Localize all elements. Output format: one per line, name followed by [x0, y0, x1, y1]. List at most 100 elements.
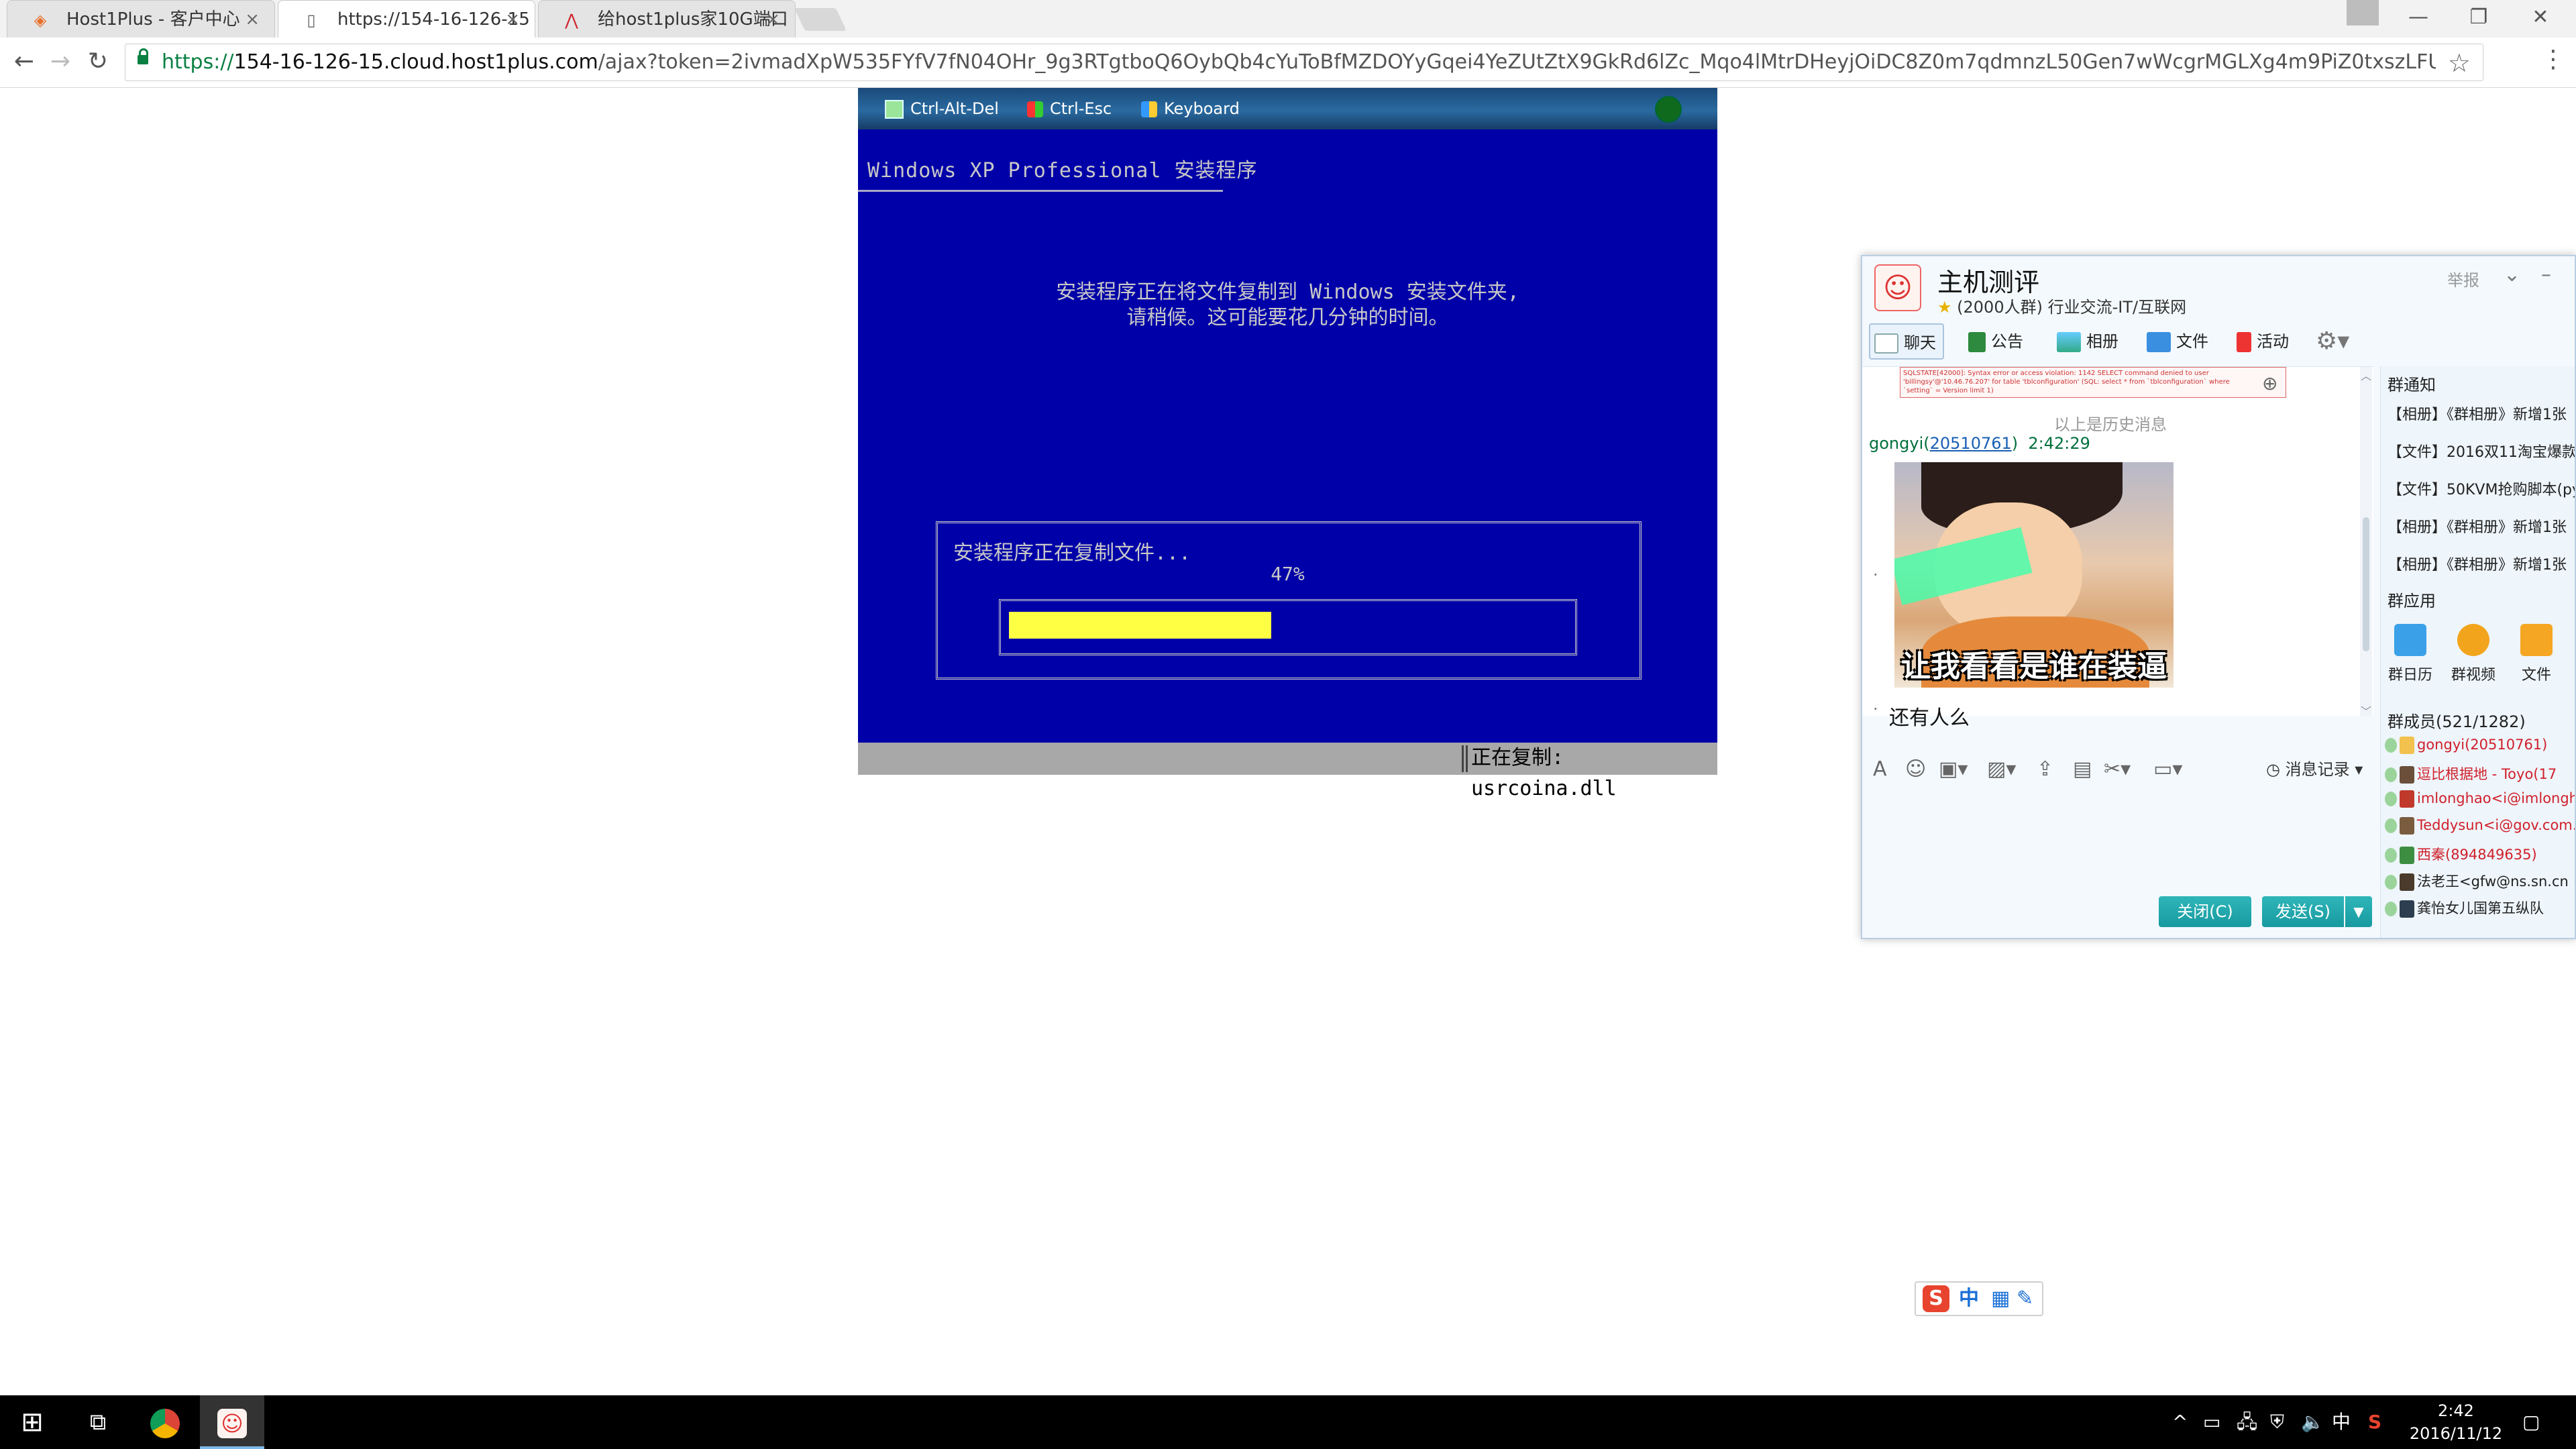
member-row[interactable]: 逗比根据地 - Toyo(17 [2385, 763, 2557, 784]
keyboard-button[interactable]: Keyboard [1141, 88, 1240, 129]
forward-arrow-icon[interactable]: → [46, 47, 75, 76]
notice-item[interactable]: 【相册】《群相册》新增1张 [2387, 515, 2567, 537]
sogou-tray-icon[interactable]: S [2368, 1395, 2381, 1449]
sender-id[interactable]: 20510761 [1930, 434, 2012, 453]
history-divider[interactable]: 以上是历史消息 [1862, 411, 2359, 435]
chat-history[interactable]: SQLSTATE[42000]: Syntax error or access … [1862, 366, 2373, 730]
member-row[interactable]: gongyi(20510761) [2385, 737, 2547, 754]
tab-title: 给host1plus家10G端口 [598, 9, 788, 30]
app-files[interactable]: 文件 [2510, 624, 2563, 684]
minimize-button[interactable]: — [2395, 0, 2442, 35]
chevron-down-icon[interactable]: ⌄ [2504, 263, 2520, 286]
report-link[interactable]: 举报 [2447, 267, 2479, 290]
qq-taskbar-icon[interactable]: ☺ [200, 1395, 264, 1449]
tab-activity[interactable]: 活动 [2237, 323, 2289, 360]
chat-scrollbar[interactable]: ︿ ﹀ [2360, 367, 2372, 718]
sender-name: gongyi( [1869, 434, 1930, 453]
back-arrow-icon[interactable]: ← [9, 47, 39, 76]
tab-label: 相册 [2086, 332, 2118, 351]
close-tab-icon[interactable]: × [765, 1, 780, 38]
new-tab-button[interactable] [794, 8, 847, 31]
meme-image[interactable]: 让我看看是谁在装逼 [1894, 462, 2174, 688]
system-clock[interactable]: 2:42 2016/11/12 [2400, 1399, 2512, 1445]
scroll-up-icon[interactable]: ︿ [2360, 367, 2372, 383]
image-icon[interactable]: ▨▾ [1987, 753, 2016, 786]
emoji-icon[interactable]: ☺ [1905, 753, 1926, 786]
tray-overflow-icon[interactable]: ^ [2172, 1395, 2188, 1449]
notice-item[interactable]: 【相册】《群相册》新增1张 [2387, 553, 2567, 574]
tab-label: 公告 [1991, 332, 2023, 351]
more-icon[interactable]: ▭▾ [2153, 753, 2182, 786]
settings-gear-icon[interactable]: ⚙▾ [2316, 323, 2349, 360]
notice-item[interactable]: 【文件】50KVM抢购脚本(py [2387, 478, 2575, 499]
app-label: 群视频 [2451, 667, 2496, 684]
chrome-menu-icon[interactable]: ⋮ [2541, 46, 2565, 73]
app-calendar[interactable]: 群日历 [2383, 624, 2437, 684]
scroll-thumb[interactable] [2363, 517, 2369, 651]
tab-console[interactable]: ▯ https://154-16-126-15 × [278, 0, 535, 38]
member-avatar [2400, 737, 2414, 754]
qq-group-window[interactable]: ☺ 主机测评 ★ (2000人群) 行业交流-IT/互联网 举报 ⌄ – 聊天 … [1861, 255, 2576, 939]
close-tab-icon[interactable]: × [245, 1, 260, 38]
sogou-logo-icon[interactable]: S [1923, 1285, 1949, 1312]
scissors-icon[interactable]: ✂▾ [2104, 753, 2131, 786]
group-avatar[interactable]: ☺ [1874, 264, 1921, 311]
tab-chat[interactable]: 聊天 [1869, 323, 1944, 360]
ime-indicator[interactable]: 中 [2332, 1395, 2351, 1449]
ime-mode-toggle[interactable]: 中 [1959, 1285, 1979, 1312]
status-divider [1462, 745, 1464, 772]
bookmark-star-icon[interactable]: ☆ [2448, 48, 2471, 78]
screenshot-icon[interactable]: ▣▾ [1939, 753, 1968, 786]
message-history-button[interactable]: ◷ 消息记录 ▾ [2266, 753, 2363, 786]
error-screenshot[interactable]: SQLSTATE[42000]: Syntax error or access … [1900, 367, 2286, 398]
notification-center-icon[interactable]: ▢ [2522, 1395, 2540, 1449]
close-button[interactable]: 关闭(C) [2159, 896, 2251, 927]
address-bar[interactable]: https://154-16-126-15.cloud.host1plus.co… [125, 44, 2483, 81]
notice-item[interactable]: 【相册】《群相册》新增1张 [2387, 402, 2567, 424]
device-icon[interactable]: ▭ [2203, 1395, 2220, 1449]
windows-start-icon[interactable]: ⊞ [0, 1395, 64, 1449]
close-window-button[interactable]: ✕ [2517, 0, 2564, 35]
message-input[interactable] [1862, 786, 2373, 880]
ctrl-esc-button[interactable]: Ctrl-Esc [1027, 88, 1112, 129]
keyboard-icon[interactable]: ▦ [1991, 1285, 2010, 1312]
remote-console[interactable]: Ctrl-Alt-Del Ctrl-Esc Keyboard Windows X… [858, 88, 1717, 800]
font-icon[interactable]: A [1873, 753, 1887, 786]
close-tab-icon[interactable]: × [505, 1, 520, 38]
tab-announcement[interactable]: 公告 [1968, 323, 2023, 360]
ctrl-alt-del-button[interactable]: Ctrl-Alt-Del [885, 88, 999, 129]
member-row[interactable]: 法老王<gfw@ns.sn.cn [2385, 871, 2569, 891]
ctrl-alt-del-label: Ctrl-Alt-Del [910, 99, 999, 118]
tab-files[interactable]: 文件 [2147, 323, 2208, 360]
member-row[interactable]: imlonghao<i@imlonghe [2385, 790, 2575, 808]
task-view-icon[interactable]: ⧉ [66, 1395, 130, 1449]
reload-icon[interactable]: ↻ [83, 47, 113, 76]
profile-icon[interactable] [2347, 0, 2379, 25]
zoom-icon[interactable]: ⊕ [2262, 372, 2277, 394]
gift-icon[interactable]: ▤ [2073, 753, 2092, 786]
member-row[interactable]: 西秦(894849635) [2385, 844, 2537, 864]
member-row[interactable]: 龚怡女儿国第五纵队 [2385, 898, 2544, 918]
send-button[interactable]: 发送(S) [2262, 896, 2344, 927]
restore-button[interactable]: ❐ [2455, 0, 2502, 35]
minimize-icon[interactable]: – [2541, 263, 2551, 286]
upload-icon[interactable]: ⇪ [2037, 753, 2053, 786]
ime-toolbar[interactable]: S 中 ▦ ✎ [1915, 1281, 2043, 1316]
security-icon[interactable]: ⛨ [2270, 1395, 2284, 1449]
scroll-down-icon[interactable]: ﹀ [2360, 702, 2372, 718]
wrench-icon[interactable]: ✎ [2017, 1285, 2033, 1312]
send-options-icon[interactable]: ▼ [2345, 896, 2372, 927]
app-video[interactable]: 群视频 [2447, 624, 2500, 684]
volume-icon[interactable]: 🔈 [2301, 1395, 2324, 1449]
tab-host1plus[interactable]: ◈ Host1Plus - 客户中心 × [7, 0, 275, 38]
member-row[interactable]: Teddysun<i@gov.com.s [2385, 817, 2575, 835]
url-text[interactable]: https://154-16-126-15.cloud.host1plus.co… [162, 44, 2436, 80]
tab-album[interactable]: 相册 [2057, 323, 2118, 360]
member-avatar [2400, 766, 2414, 784]
app-label: 群日历 [2387, 667, 2432, 684]
monitor-icon [885, 100, 904, 119]
network-icon[interactable]: 🖧 [2237, 1395, 2257, 1449]
tab-baidu[interactable]: ⋀ 给host1plus家10G端口 × [538, 0, 796, 38]
notice-item[interactable]: 【文件】2016双11淘宝爆款清 [2387, 440, 2575, 462]
chrome-taskbar-icon[interactable] [133, 1395, 197, 1449]
